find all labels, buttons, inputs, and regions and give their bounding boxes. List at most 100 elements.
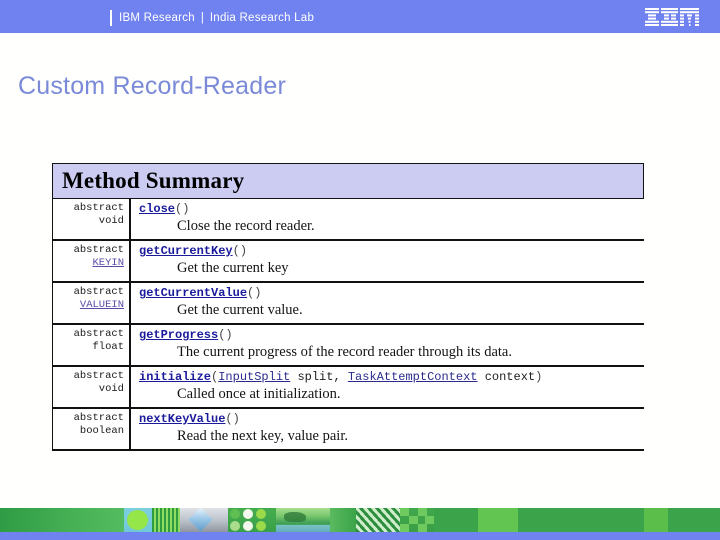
method-signature: getProgress() — [139, 328, 640, 343]
footer-check-cell — [418, 524, 427, 532]
header-branding: IBM Research | India Research Lab — [110, 10, 314, 26]
method-summary-heading: Method Summary — [52, 163, 644, 199]
method-description: Called once at initialization. — [177, 386, 341, 402]
footer-check-cell — [418, 508, 427, 516]
table-row: abstract void initialize(InputSplit spli… — [53, 367, 644, 409]
table-row: abstract float getProgress() The current… — [53, 325, 644, 367]
footer-solid-green-5 — [668, 508, 720, 532]
row-signature-cell: getProgress() The current progress of th… — [131, 325, 644, 365]
method-params-close: ) — [239, 244, 248, 258]
footer-solid-green-2 — [478, 508, 518, 532]
footer-check-cell — [400, 508, 409, 516]
method-summary-rows: abstract void close() Close the record r… — [52, 199, 644, 451]
method-summary-heading-label: Method Summary — [62, 168, 245, 193]
page-title: Custom Record-Reader — [18, 72, 286, 100]
header-brand-label: IBM Research — [119, 12, 195, 24]
footer-solid-green-1 — [434, 508, 478, 532]
footer-check-cell — [425, 516, 434, 524]
row-signature-cell: nextKeyValue() Read the next key, value … — [131, 409, 644, 449]
row-signature-cell: initialize(InputSplit split, TaskAttempt… — [131, 367, 644, 407]
method-name-link[interactable]: initialize — [139, 370, 211, 384]
footer-gradient-left — [0, 508, 124, 532]
row-modifier: abstract — [73, 202, 124, 214]
footer-dot — [230, 509, 240, 519]
method-description: Get the current value. — [177, 302, 303, 318]
footer-solid-green-4 — [644, 508, 668, 532]
method-description: Get the current key — [177, 260, 289, 276]
param-type-link-inputsplit[interactable]: InputSplit — [218, 370, 290, 384]
footer-check-cell — [409, 516, 418, 524]
method-name-link[interactable]: getProgress — [139, 328, 218, 342]
param-type-link-taskattemptcontext[interactable]: TaskAttemptContext — [348, 370, 478, 384]
method-summary-table: Method Summary abstract void close() Clo… — [52, 163, 644, 451]
footer-diamond-motif — [180, 508, 228, 532]
row-return-type-cell: abstract boolean — [53, 409, 131, 449]
row-modifier: abstract — [73, 244, 124, 256]
method-params-close: ) — [225, 328, 233, 342]
method-signature: initialize(InputSplit split, TaskAttempt… — [139, 370, 640, 385]
footer-diagonal-motif — [356, 508, 400, 532]
header-rule-icon — [110, 10, 112, 26]
footer-checker-motif — [400, 508, 434, 532]
row-modifier: abstract — [73, 412, 124, 424]
param-name-context: context — [484, 370, 536, 384]
footer-check-cell — [400, 524, 409, 532]
ibm-logo-icon — [645, 8, 707, 26]
method-signature: close() — [139, 202, 640, 217]
row-return-type: void — [98, 382, 124, 395]
table-row: abstract boolean nextKeyValue() Read the… — [53, 409, 644, 451]
footer-dots-motif — [228, 508, 276, 532]
method-name-link[interactable]: close — [139, 202, 175, 216]
method-params-close: ) — [254, 286, 262, 300]
row-return-type-cell: abstract float — [53, 325, 131, 365]
footer-fade-motif — [330, 508, 356, 532]
table-row: abstract void close() Close the record r… — [53, 199, 644, 241]
method-signature: getCurrentValue() — [139, 286, 640, 301]
method-description: The current progress of the record reade… — [177, 344, 512, 360]
row-return-type-cell: abstract void — [53, 199, 131, 239]
row-return-type: boolean — [79, 424, 124, 437]
footer-graphic-band — [0, 508, 720, 532]
header-separator: | — [200, 12, 204, 24]
row-return-type: void — [98, 214, 124, 227]
row-return-type-link[interactable]: VALUEIN — [80, 299, 124, 311]
method-signature: nextKeyValue() — [139, 412, 640, 427]
footer-landscape-motif — [276, 508, 330, 532]
footer-dot — [230, 521, 240, 531]
row-return-type: float — [92, 340, 124, 353]
row-modifier: abstract — [73, 286, 124, 298]
method-description: Close the record reader. — [177, 218, 315, 234]
row-signature-cell: getCurrentKey() Get the current key — [131, 241, 644, 281]
method-name-link[interactable]: getCurrentValue — [139, 286, 247, 300]
method-params: ( — [232, 244, 240, 258]
footer-dot — [256, 509, 266, 519]
method-params-close: ) — [232, 412, 240, 426]
footer-dot — [243, 521, 253, 531]
table-row: abstract KEYIN getCurrentKey() Get the c… — [53, 241, 644, 283]
method-signature: getCurrentKey() — [139, 244, 640, 259]
row-modifier: abstract — [73, 370, 124, 382]
row-return-type-cell: abstract void — [53, 367, 131, 407]
table-row: abstract VALUEIN getCurrentValue() Get t… — [53, 283, 644, 325]
param-name-split: split — [297, 370, 334, 384]
method-name-link[interactable]: nextKeyValue — [139, 412, 225, 426]
footer-circle-motif — [124, 508, 152, 532]
method-params-close: ) — [535, 370, 543, 384]
method-name-link[interactable]: getCurrentKey — [139, 244, 233, 258]
row-return-type-link[interactable]: KEYIN — [92, 257, 124, 269]
row-signature-cell: getCurrentValue() Get the current value. — [131, 283, 644, 323]
slide-canvas: IBM Research | India Research Lab Custom… — [0, 0, 720, 540]
header-band: IBM Research | India Research Lab — [0, 0, 720, 33]
header-unit-label: India Research Lab — [209, 12, 315, 24]
footer-bottom-strip — [0, 532, 720, 540]
row-signature-cell: close() Close the record reader. — [131, 199, 644, 239]
method-description: Read the next key, value pair. — [177, 428, 348, 444]
method-params: ( — [225, 412, 233, 426]
footer-stripes-motif — [152, 508, 180, 532]
footer-dot — [256, 521, 266, 531]
param-comma: , — [333, 370, 341, 384]
row-return-type-cell: abstract KEYIN — [53, 241, 131, 281]
method-params-close: ) — [182, 202, 190, 216]
row-return-type-cell: abstract VALUEIN — [53, 283, 131, 323]
row-modifier: abstract — [73, 328, 124, 340]
